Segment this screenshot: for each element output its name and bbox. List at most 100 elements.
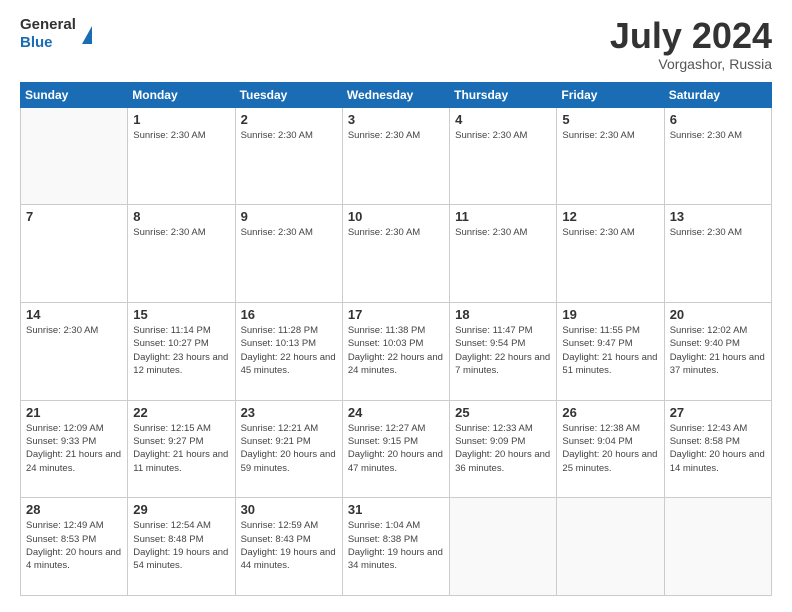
day-number: 12 <box>562 209 658 224</box>
col-tuesday: Tuesday <box>235 82 342 107</box>
calendar-week-2: 14 Sunrise: 2:30 AM 15Sunrise: 11:14 PM Su… <box>21 302 772 400</box>
calendar-cell: 14 Sunrise: 2:30 AM <box>21 302 128 400</box>
calendar-cell: 28 Sunrise: 12:49 AM Sunset: 8:53 PM Dayl… <box>21 498 128 596</box>
day-number: 23 <box>241 405 337 420</box>
day-number: 9 <box>241 209 337 224</box>
day-info: Sunrise: 12:21 AM Sunset: 9:21 PM Daylig… <box>241 422 337 475</box>
calendar-cell: 1 Sunrise: 2:30 AM <box>128 107 235 205</box>
day-number: 4 <box>455 112 551 127</box>
day-info: Sunrise: 2:30 AM <box>670 129 766 142</box>
day-number: 13 <box>670 209 766 224</box>
calendar-cell: 20Sunrise: 12:02 AM Sunset: 9:40 PM Dayl… <box>664 302 771 400</box>
days-of-week-row: Sunday Monday Tuesday Wednesday Thursday… <box>21 82 772 107</box>
calendar-week-3: 21Sunrise: 12:09 AM Sunset: 9:33 PM Dayl… <box>21 400 772 498</box>
location: Vorgashor, Russia <box>610 56 772 72</box>
calendar-cell: 4 Sunrise: 2:30 AM <box>450 107 557 205</box>
day-info: Sunrise: 1:04 AM Sunset: 8:38 PM Dayligh… <box>348 519 444 572</box>
calendar-cell: 7 <box>21 205 128 303</box>
day-number: 30 <box>241 502 337 517</box>
day-info: Sunrise: 12:27 AM Sunset: 9:15 PM Daylig… <box>348 422 444 475</box>
day-info: Sunrise: 2:30 AM <box>241 226 337 239</box>
day-number: 18 <box>455 307 551 322</box>
day-info: Sunrise: 12:59 AM Sunset: 8:43 PM Daylig… <box>241 519 337 572</box>
day-number: 24 <box>348 405 444 420</box>
col-saturday: Saturday <box>664 82 771 107</box>
day-number: 1 <box>133 112 229 127</box>
calendar-cell: 12 Sunrise: 2:30 AM <box>557 205 664 303</box>
day-info: Sunrise: 2:30 AM <box>455 226 551 239</box>
calendar-cell: 11 Sunrise: 2:30 AM <box>450 205 557 303</box>
day-info: Sunrise: 11:38 PM Sunset: 10:03 PM Dayli… <box>348 324 444 377</box>
day-number: 2 <box>241 112 337 127</box>
calendar-cell: 3Sunrise: 2:30 AM <box>342 107 449 205</box>
day-info: Sunrise: 2:30 AM <box>133 129 229 142</box>
month-title: July 2024 <box>610 16 772 56</box>
calendar-header: Sunday Monday Tuesday Wednesday Thursday… <box>21 82 772 107</box>
calendar: Sunday Monday Tuesday Wednesday Thursday… <box>20 82 772 596</box>
calendar-cell: 17 Sunrise: 11:38 PM Sunset: 10:03 PM Day… <box>342 302 449 400</box>
day-number: 8 <box>133 209 229 224</box>
day-number: 31 <box>348 502 444 517</box>
day-number: 19 <box>562 307 658 322</box>
calendar-cell: 19 Sunrise: 11:55 PM Sunset: 9:47 PM Dayl… <box>557 302 664 400</box>
col-thursday: Thursday <box>450 82 557 107</box>
day-info: Sunrise: 12:09 AM Sunset: 9:33 PM Daylig… <box>26 422 122 475</box>
calendar-cell: 2 Sunrise: 2:30 AM <box>235 107 342 205</box>
day-number: 11 <box>455 209 551 224</box>
day-number: 22 <box>133 405 229 420</box>
day-info: Sunrise: 11:55 PM Sunset: 9:47 PM Daylig… <box>562 324 658 377</box>
calendar-cell: 8Sunrise: 2:30 AM <box>128 205 235 303</box>
day-info: Sunrise: 2:30 AM <box>455 129 551 142</box>
day-number: 14 <box>26 307 122 322</box>
col-wednesday: Wednesday <box>342 82 449 107</box>
calendar-cell: 31 Sunrise: 1:04 AM Sunset: 8:38 PM Dayli… <box>342 498 449 596</box>
col-friday: Friday <box>557 82 664 107</box>
calendar-cell: 27 Sunrise: 12:43 AM Sunset: 8:58 PM Dayl… <box>664 400 771 498</box>
day-number: 29 <box>133 502 229 517</box>
calendar-cell: 24 Sunrise: 12:27 AM Sunset: 9:15 PM Dayl… <box>342 400 449 498</box>
day-info: Sunrise: 12:49 AM Sunset: 8:53 PM Daylig… <box>26 519 122 572</box>
logo: General Blue <box>20 16 92 52</box>
logo-arrow-icon <box>82 26 92 44</box>
logo-text-block: General Blue <box>20 16 76 52</box>
header: General Blue July 2024 Vorgashor, Russia <box>20 16 772 72</box>
day-number: 26 <box>562 405 658 420</box>
day-number: 17 <box>348 307 444 322</box>
day-info: Sunrise: 12:38 AM Sunset: 9:04 PM Daylig… <box>562 422 658 475</box>
day-number: 10 <box>348 209 444 224</box>
day-number: 28 <box>26 502 122 517</box>
page: General Blue July 2024 Vorgashor, Russia… <box>0 0 792 612</box>
day-info: Sunrise: 11:47 PM Sunset: 9:54 PM Daylig… <box>455 324 551 377</box>
day-info: Sunrise: 12:54 AM Sunset: 8:48 PM Daylig… <box>133 519 229 572</box>
day-info: Sunrise: 2:30 AM <box>26 324 122 337</box>
day-number: 25 <box>455 405 551 420</box>
calendar-cell: 13 Sunrise: 2:30 AM <box>664 205 771 303</box>
day-info: Sunrise: 2:30 AM <box>562 129 658 142</box>
day-info: Sunrise: 2:30 AM <box>348 226 444 239</box>
title-block: July 2024 Vorgashor, Russia <box>610 16 772 72</box>
calendar-week-4: 28 Sunrise: 12:49 AM Sunset: 8:53 PM Dayl… <box>21 498 772 596</box>
day-number: 20 <box>670 307 766 322</box>
calendar-cell: 15Sunrise: 11:14 PM Sunset: 10:27 PM Day… <box>128 302 235 400</box>
calendar-cell <box>664 498 771 596</box>
logo-general: General <box>20 16 76 33</box>
day-info: Sunrise: 12:43 AM Sunset: 8:58 PM Daylig… <box>670 422 766 475</box>
day-info: Sunrise: 2:30 AM <box>348 129 444 142</box>
day-info: Sunrise: 2:30 AM <box>562 226 658 239</box>
day-number: 27 <box>670 405 766 420</box>
day-number: 16 <box>241 307 337 322</box>
calendar-cell: 30 Sunrise: 12:59 AM Sunset: 8:43 PM Dayl… <box>235 498 342 596</box>
calendar-cell: 22 Sunrise: 12:15 AM Sunset: 9:27 PM Dayl… <box>128 400 235 498</box>
calendar-cell: 9 Sunrise: 2:30 AM <box>235 205 342 303</box>
calendar-week-0: 1Sunrise: 2:30 AM2Sunrise: 2:30 AM3Sunri… <box>21 107 772 205</box>
day-number: 15 <box>133 307 229 322</box>
day-number: 5 <box>562 112 658 127</box>
day-info: Sunrise: 2:30 AM <box>670 226 766 239</box>
day-number: 6 <box>670 112 766 127</box>
calendar-cell: 5 Sunrise: 2:30 AM <box>557 107 664 205</box>
day-info: Sunrise: 12:15 AM Sunset: 9:27 PM Daylig… <box>133 422 229 475</box>
calendar-cell: 29 Sunrise: 12:54 AM Sunset: 8:48 PM Dayl… <box>128 498 235 596</box>
logo-blue: Blue <box>20 34 53 51</box>
day-info: Sunrise: 2:30 AM <box>241 129 337 142</box>
calendar-week-1: 78Sunrise: 2:30 AM9Sunrise: 2:30 AM10Sun… <box>21 205 772 303</box>
